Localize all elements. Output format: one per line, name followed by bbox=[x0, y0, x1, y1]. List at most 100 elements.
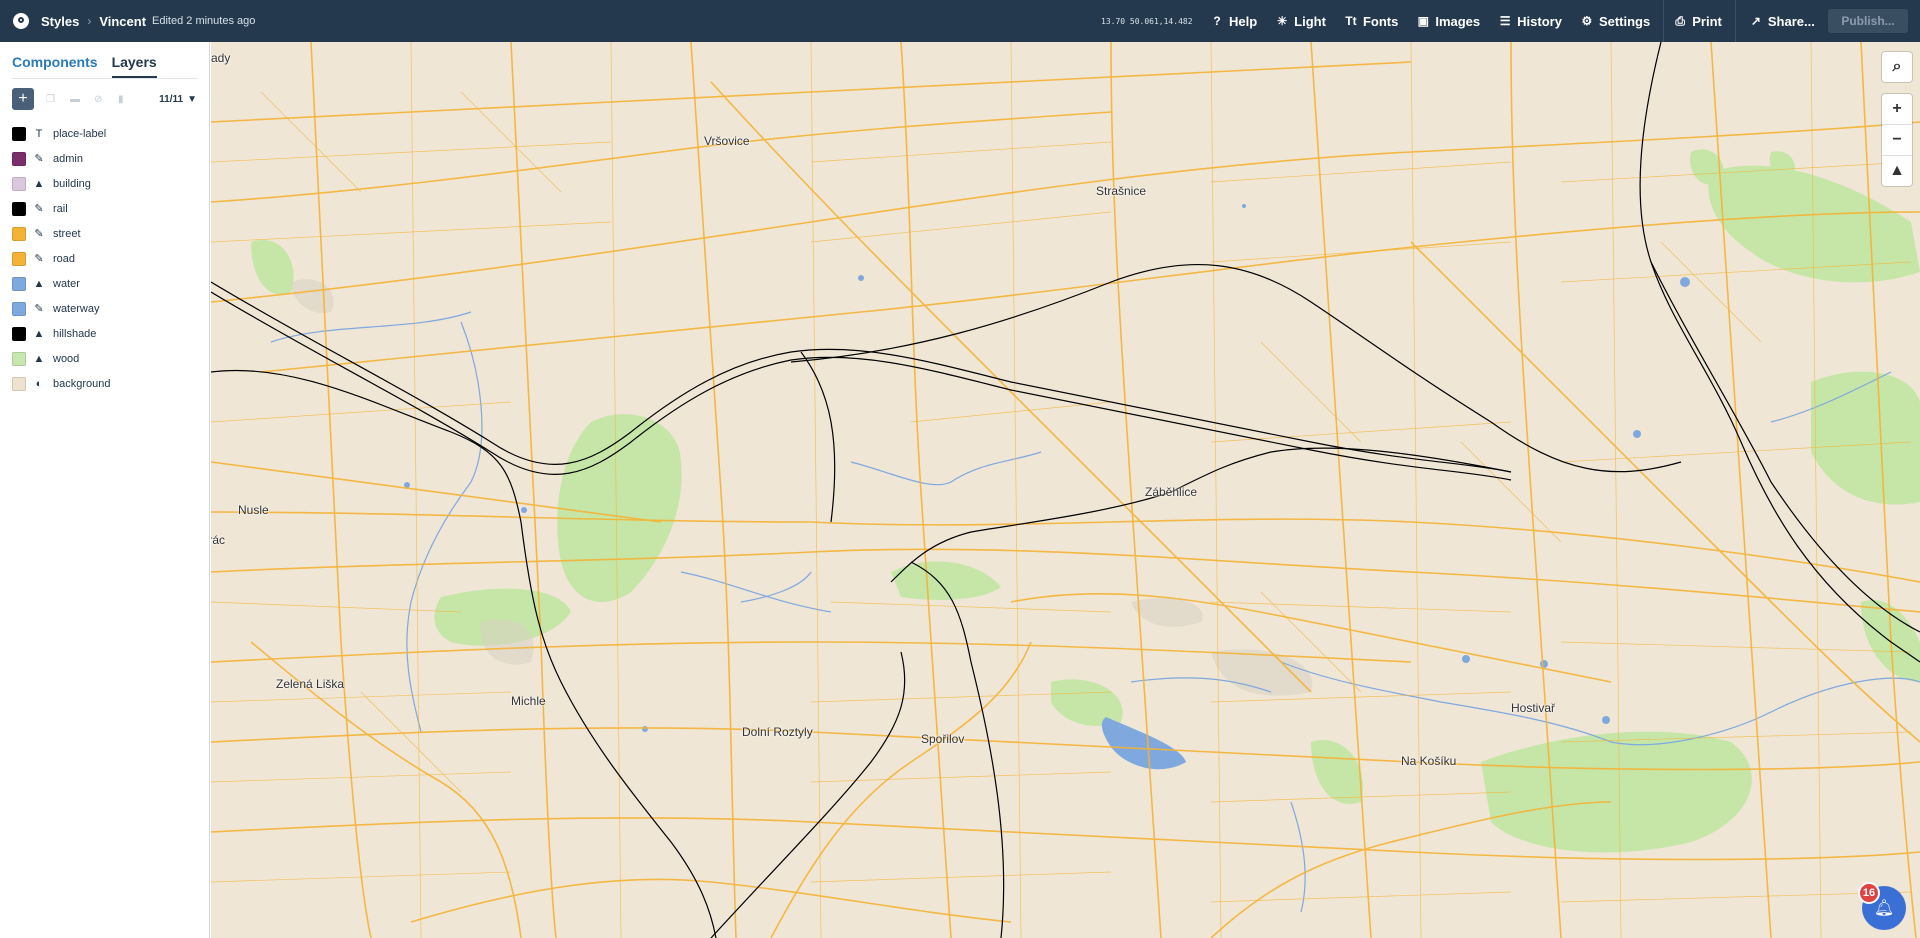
background-icon: ◐ bbox=[35, 377, 43, 390]
history-icon: ☰ bbox=[1499, 14, 1511, 28]
layer-item-water[interactable]: ▲ water bbox=[0, 271, 209, 296]
place-label-na-kosiku: Na Košíku bbox=[1401, 754, 1457, 768]
place-label-hostivar: Hostivař bbox=[1511, 701, 1556, 715]
logo-icon[interactable] bbox=[13, 13, 29, 29]
zoom-in-button[interactable]: + bbox=[1882, 94, 1912, 125]
history-button[interactable]: ☰ History bbox=[1499, 14, 1562, 29]
map-coordinates: 13.70 50.061,14.482 bbox=[1101, 16, 1193, 26]
layer-item-street[interactable]: ✎ street bbox=[0, 221, 209, 246]
layer-name: building bbox=[53, 177, 91, 190]
layer-color-swatch[interactable] bbox=[12, 351, 26, 366]
layer-item-rail[interactable]: ✎ rail bbox=[0, 196, 209, 221]
place-label-nusle: Nusle bbox=[238, 503, 269, 517]
layer-color-swatch[interactable] bbox=[12, 301, 26, 316]
place-label-michle: Michle bbox=[511, 694, 546, 708]
text-icon: T bbox=[35, 127, 43, 140]
layer-name: street bbox=[53, 227, 81, 240]
layer-item-wood[interactable]: ▲ wood bbox=[0, 346, 209, 371]
print-button[interactable]: ⎙ Print bbox=[1674, 13, 1722, 29]
place-label-dolni-roztyly: Dolní Roztyly bbox=[742, 725, 813, 739]
tab-components[interactable]: Components bbox=[12, 54, 98, 78]
layer-color-swatch[interactable] bbox=[12, 226, 26, 241]
layer-color-swatch[interactable] bbox=[12, 251, 26, 266]
layer-color-swatch[interactable] bbox=[12, 176, 26, 191]
help-label: Help bbox=[1229, 13, 1258, 29]
layer-name: road bbox=[53, 252, 76, 265]
search-control: ⌕ bbox=[1882, 52, 1912, 82]
breadcrumb-styles[interactable]: Styles bbox=[41, 14, 79, 29]
layer-name: water bbox=[53, 277, 80, 290]
notification-button[interactable]: 🔔︎ 16 bbox=[1858, 882, 1906, 930]
duplicate-icon[interactable]: ❐ bbox=[46, 94, 58, 105]
layer-item-road[interactable]: ✎ road bbox=[0, 246, 209, 271]
top-nav: ? Help ☀ Light Tt Fonts ▣ Images ☰ History ⚙ S… bbox=[1211, 0, 1834, 42]
top-bar: Styles › Vincent Edited 2 minutes ago 13… bbox=[0, 0, 1920, 42]
place-label-strasnice: Strašnice bbox=[1096, 184, 1147, 198]
layer-item-place-label[interactable]: Tplace-label bbox=[0, 121, 209, 146]
print-label: Print bbox=[1692, 13, 1722, 29]
layer-color-swatch[interactable] bbox=[12, 326, 26, 341]
share-label: Share... bbox=[1767, 13, 1815, 29]
layer-item-building[interactable]: ▲ building bbox=[0, 171, 209, 196]
fonts-icon: Tt bbox=[1345, 14, 1357, 28]
layer-name: background bbox=[53, 377, 111, 390]
image-icon: ▣ bbox=[1417, 14, 1429, 28]
notification-badge: 16 bbox=[1858, 882, 1880, 904]
zoom-out-button[interactable]: − bbox=[1882, 125, 1912, 156]
layer-color-swatch[interactable] bbox=[12, 201, 26, 216]
images-button[interactable]: ▣ Images bbox=[1417, 14, 1480, 29]
layer-item-waterway[interactable]: ✎ waterway bbox=[0, 296, 209, 321]
hide-icon[interactable]: ⊘ bbox=[94, 94, 106, 105]
zoom-controls: + − ▲ bbox=[1882, 94, 1912, 186]
edited-status: Edited 2 minutes ago bbox=[152, 15, 256, 27]
place-label-zabehlice: Záběhlice bbox=[1145, 485, 1198, 499]
share-button[interactable]: ↗ Share... bbox=[1750, 14, 1815, 29]
layer-item-hillshade[interactable]: ▲ hillshade bbox=[0, 321, 209, 346]
layer-toolbar: + ❐ ▬ ⊘ ▮ 11/11 ▼ bbox=[12, 83, 197, 115]
gear-icon: ⚙ bbox=[1581, 14, 1593, 28]
line-icon: ✎ bbox=[34, 303, 44, 315]
divider bbox=[1663, 0, 1665, 42]
folder-icon[interactable]: ▬ bbox=[70, 94, 82, 105]
bell-icon: 🔔︎ bbox=[1873, 900, 1895, 917]
style-name[interactable]: Vincent bbox=[99, 14, 146, 29]
add-layer-button[interactable]: + bbox=[12, 88, 34, 110]
fonts-label: Fonts bbox=[1362, 13, 1399, 29]
place-label-sporilov: Spořilov bbox=[921, 732, 965, 746]
settings-button[interactable]: ⚙ Settings bbox=[1581, 13, 1651, 29]
line-icon: ✎ bbox=[34, 153, 44, 165]
light-button[interactable]: ☀ Light bbox=[1276, 14, 1326, 29]
line-icon: ✎ bbox=[34, 253, 44, 265]
layer-color-swatch[interactable] bbox=[12, 276, 26, 291]
place-label-zelena-liska: Zelená Liška bbox=[276, 677, 345, 691]
layer-count-value: 11/11 bbox=[159, 93, 184, 105]
help-button[interactable]: ? Help bbox=[1211, 14, 1257, 29]
layer-name: waterway bbox=[53, 302, 100, 315]
publish-button[interactable]: Publish... bbox=[1828, 9, 1908, 33]
layer-color-swatch[interactable] bbox=[12, 126, 26, 141]
layer-item-background[interactable]: ◐ background bbox=[0, 371, 209, 396]
layer-color-swatch[interactable] bbox=[12, 376, 26, 391]
fill-icon: ▲ bbox=[33, 327, 45, 340]
history-label: History bbox=[1517, 13, 1562, 29]
layer-name: wood bbox=[53, 352, 80, 365]
sun-icon: ☀ bbox=[1276, 14, 1288, 28]
divider bbox=[1734, 0, 1736, 42]
trash-icon[interactable]: ▮ bbox=[118, 94, 130, 105]
map-canvas[interactable]: Vršovice Strašnice Záběhlice Nusle Pankr… bbox=[211, 42, 1920, 938]
settings-label: Settings bbox=[1598, 13, 1651, 29]
print-icon: ⎙ bbox=[1675, 13, 1686, 28]
images-label: Images bbox=[1435, 13, 1481, 29]
search-icon[interactable]: ⌕ bbox=[1882, 52, 1912, 82]
layer-color-swatch[interactable] bbox=[12, 151, 26, 166]
tab-layers[interactable]: Layers bbox=[111, 54, 157, 78]
compass-icon[interactable]: ▲ bbox=[1882, 156, 1912, 186]
fill-icon: ▲ bbox=[33, 352, 45, 365]
layer-item-admin[interactable]: ✎ admin bbox=[0, 146, 209, 171]
fill-icon: ▲ bbox=[33, 177, 45, 190]
filter-icon[interactable]: ▼ bbox=[187, 94, 197, 105]
light-label: Light bbox=[1294, 13, 1326, 29]
layer-name: place-label bbox=[53, 127, 107, 140]
help-icon: ? bbox=[1213, 14, 1221, 28]
fonts-button[interactable]: Tt Fonts bbox=[1345, 14, 1398, 29]
